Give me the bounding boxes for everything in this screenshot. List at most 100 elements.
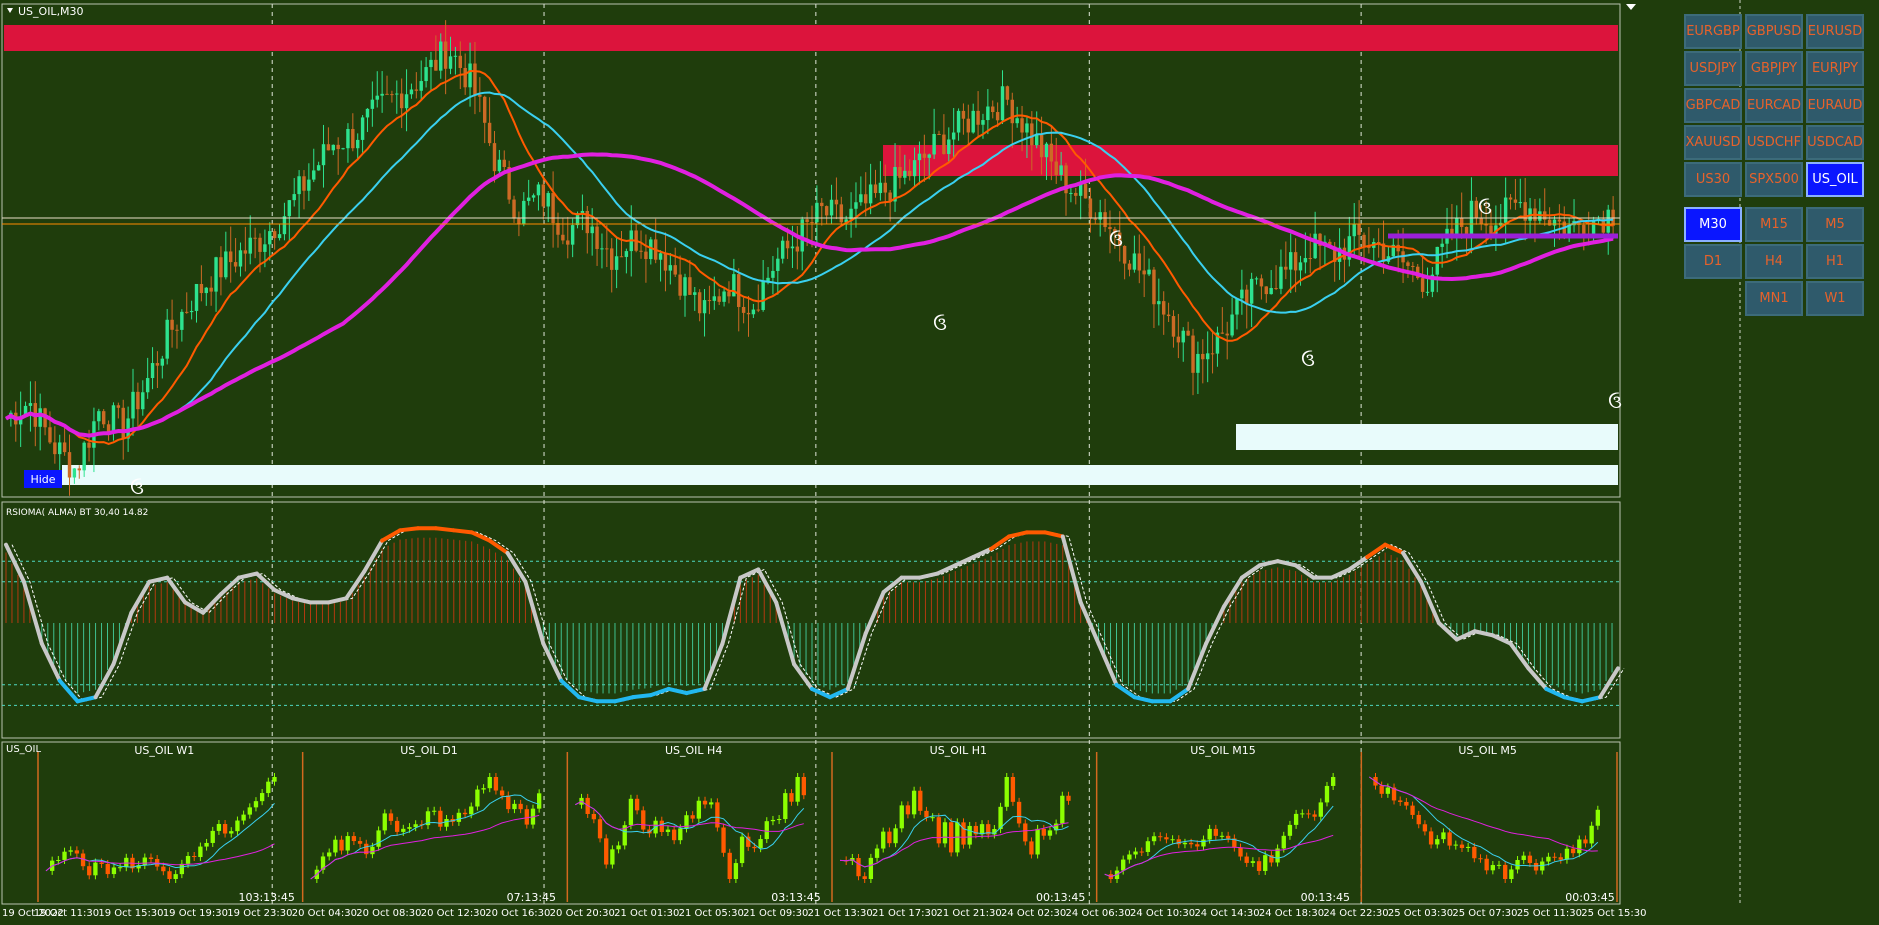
mini-candle-body [179, 863, 185, 875]
candle-body [277, 234, 282, 239]
timeframe-button-h1[interactable]: H1 [1806, 244, 1864, 279]
mini-candle-body [1589, 825, 1594, 844]
candle-body [302, 176, 306, 191]
candle-body [1196, 353, 1200, 373]
candle-body [1469, 200, 1474, 234]
mini-candle-body [1195, 844, 1200, 847]
mini-candle-body [438, 810, 443, 827]
mini-candle-body [789, 793, 794, 802]
candle-body [439, 41, 443, 71]
symbol-button-gbpjpy[interactable]: GBPJPY [1745, 51, 1803, 86]
candle-body [316, 165, 321, 171]
mini-candle-body [597, 819, 603, 839]
hide-button[interactable]: Hide [24, 470, 62, 488]
candle-body [898, 167, 902, 178]
symbol-button-eurusd[interactable]: EURUSD [1806, 14, 1864, 49]
mini-candle-body [493, 777, 499, 791]
symbol-button-eurgbp[interactable]: EURGBP [1684, 14, 1742, 49]
timeframe-button-m15[interactable]: M15 [1745, 207, 1803, 242]
candle-body [590, 226, 594, 234]
candle-body [751, 309, 756, 315]
symbol-button-usdjpy[interactable]: USDJPY [1684, 51, 1742, 86]
timeframe-button-d1[interactable]: D1 [1684, 244, 1742, 279]
candle-body [922, 153, 927, 158]
mini-candle-body [709, 802, 714, 805]
candle-body [1176, 336, 1181, 343]
mini-candle-body [764, 821, 769, 840]
timeframe-button-h4[interactable]: H4 [1745, 244, 1803, 279]
candle-body [839, 204, 844, 223]
candle-body [1284, 266, 1288, 270]
candle-body [697, 292, 702, 314]
symbol-button-us30[interactable]: US30 [1684, 162, 1742, 197]
candle-body [1464, 226, 1469, 234]
candle-body [116, 405, 121, 408]
mini-candle-body [1577, 839, 1582, 854]
timeframe-button-m30[interactable]: M30 [1684, 207, 1742, 242]
candle-body [502, 159, 506, 168]
mini-candle-body [967, 825, 972, 845]
candle-body [912, 160, 917, 177]
mini-candle-body [74, 850, 80, 854]
mini-candle-body [512, 803, 517, 810]
candle-body [414, 89, 419, 91]
candle-body [282, 216, 287, 235]
mini-candle-body [382, 813, 387, 831]
mini-candle-body [1287, 824, 1293, 836]
symbol-button-eurcad[interactable]: EURCAD [1745, 88, 1803, 123]
symbol-button-usdcad[interactable]: USDCAD [1806, 125, 1864, 160]
candle-body [1010, 99, 1014, 124]
candle-body [404, 94, 409, 109]
mini-candle-body [1515, 860, 1520, 870]
candle-body [1000, 86, 1005, 121]
mini-candle-body [1453, 844, 1458, 846]
mini-candle-body [671, 829, 677, 841]
mini-candle-body [475, 789, 480, 807]
symbol-button-euraud[interactable]: EURAUD [1806, 88, 1864, 123]
mini-candle-body [62, 851, 67, 860]
mini-candle-body [752, 846, 757, 849]
rsi-line-segment [398, 526, 420, 533]
mini-candle-body [394, 820, 400, 832]
mini-candle-body [388, 813, 394, 821]
candle-body [121, 407, 125, 439]
mini-candle-body [1158, 836, 1163, 838]
candle-body [1435, 246, 1439, 275]
candle-body [810, 222, 814, 224]
mini-candle-body [266, 781, 271, 794]
symbol-button-gbpcad[interactable]: GBPCAD [1684, 88, 1742, 123]
mini-candle-body [1293, 813, 1299, 825]
candle-body [824, 206, 829, 216]
candle-body [1279, 266, 1283, 289]
timeframe-button-w1[interactable]: W1 [1806, 281, 1864, 316]
symbol-button-spx500[interactable]: SPX500 [1745, 162, 1803, 197]
candle-body [991, 106, 995, 113]
candle-body [1249, 278, 1254, 304]
mini-candle-body [893, 828, 898, 844]
mini-chart-timer-5: 00:03:45 [1565, 891, 1614, 904]
mini-candle-body [905, 805, 911, 815]
candle-body [541, 184, 546, 207]
mini-candle-body [105, 863, 110, 875]
candle-body [1015, 118, 1019, 124]
symbol-button-usdchf[interactable]: USDCHF [1745, 125, 1803, 160]
mini-candle-body [1410, 805, 1415, 815]
symbol-button-us_oil[interactable]: US_OIL [1806, 162, 1864, 197]
candle-body [1513, 199, 1518, 203]
mini-candle-body [167, 871, 172, 879]
candle-body [712, 296, 717, 301]
timeframe-button-mn1[interactable]: MN1 [1745, 281, 1803, 316]
candle-body [1425, 291, 1430, 293]
symbol-button-xauusd[interactable]: XAUUSD [1684, 125, 1742, 160]
candle-body [1054, 161, 1058, 175]
mini-candle-body [518, 803, 523, 810]
symbol-button-gbpusd[interactable]: GBPUSD [1745, 14, 1803, 49]
mini-candle-body [961, 822, 966, 845]
mini-candle-body [1004, 777, 1009, 807]
candle-body [966, 118, 971, 133]
timeframe-button-m5[interactable]: M5 [1806, 207, 1864, 242]
mini-candle-body [1385, 787, 1391, 794]
symbol-button-eurjpy[interactable]: EURJPY [1806, 51, 1864, 86]
chart-canvas[interactable]: ઉ ઉ ઉ ઉ ઉ ઉ US_OIL,M30 RSIOMA( ALMA) BT 30,40 1… [0, 0, 1879, 925]
mini-candle-body [216, 824, 222, 831]
